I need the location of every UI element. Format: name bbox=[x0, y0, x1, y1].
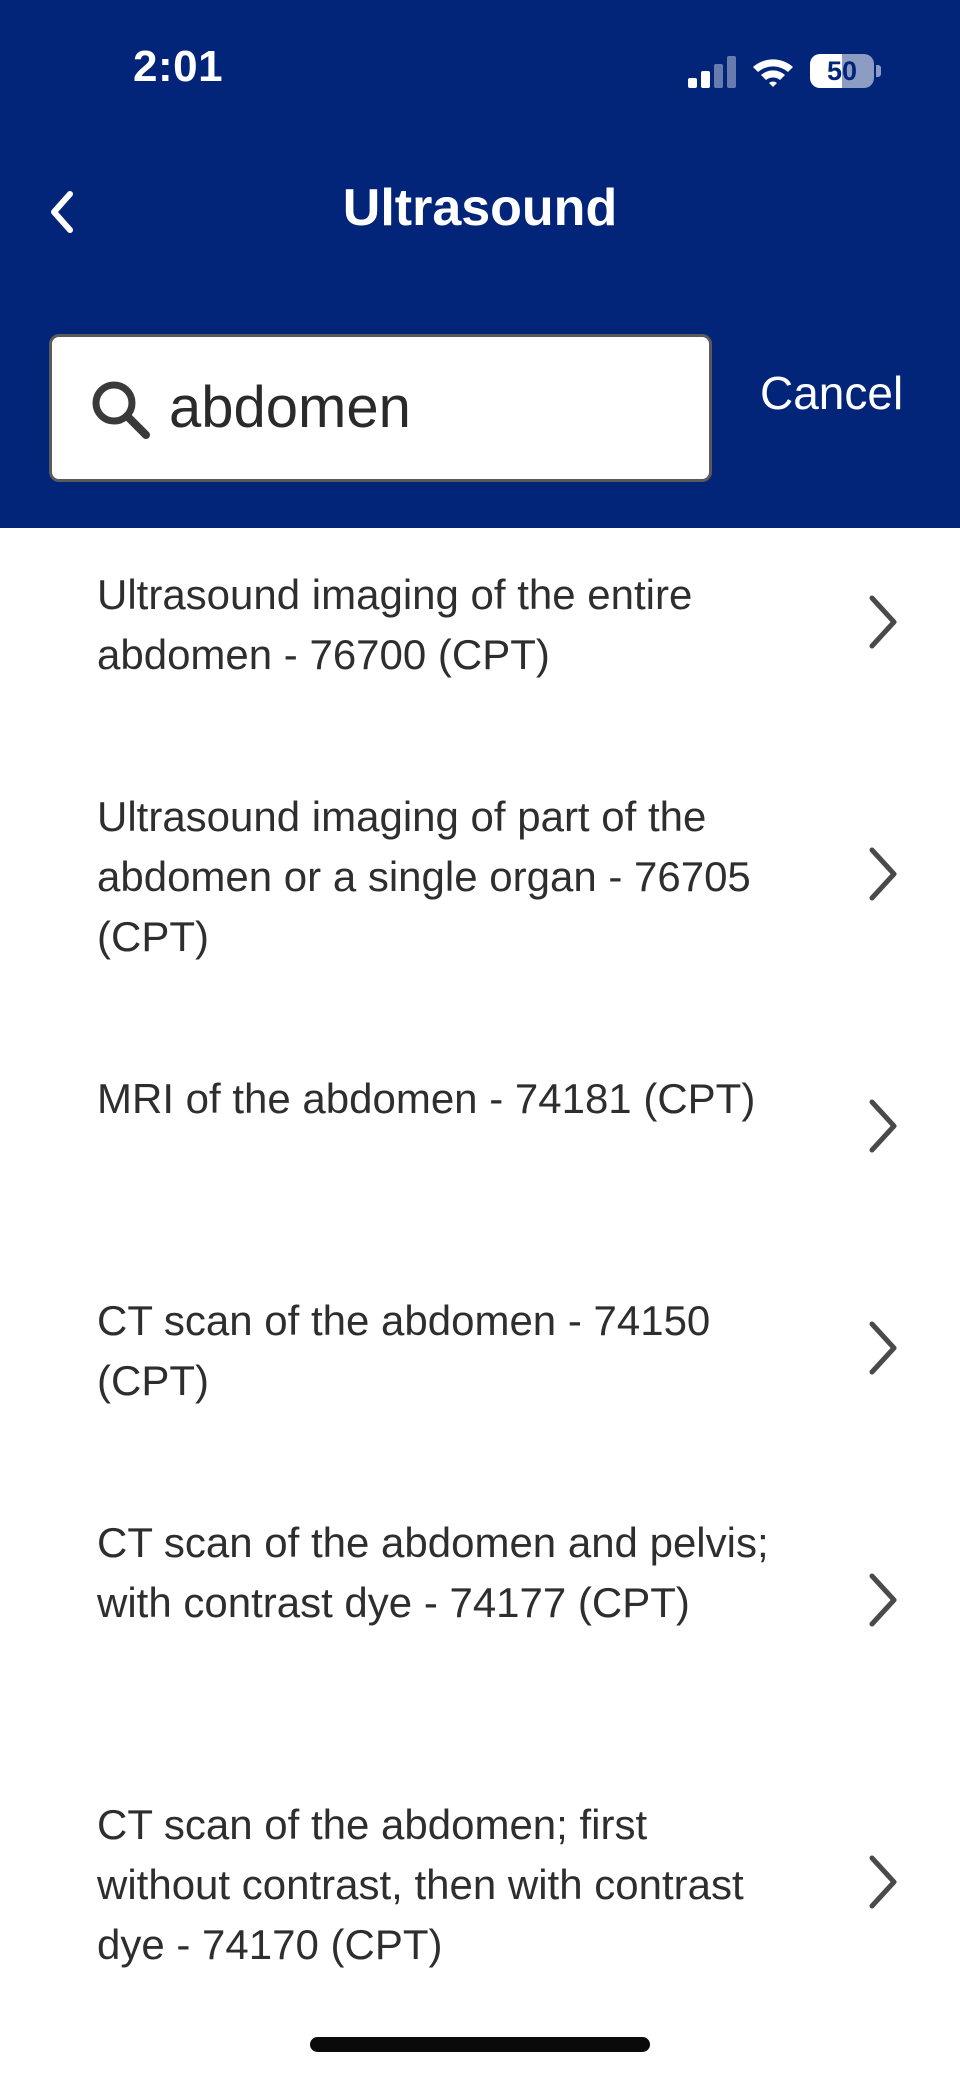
list-item[interactable]: MRI of the abdomen - 74181 (CPT) bbox=[0, 1032, 960, 1254]
cancel-button[interactable]: Cancel bbox=[760, 366, 903, 420]
chevron-right-icon bbox=[869, 595, 897, 649]
list-item[interactable]: CT scan of the abdomen - 74150 (CPT) bbox=[0, 1254, 960, 1476]
chevron-right-icon bbox=[869, 847, 897, 901]
chevron-right-icon bbox=[869, 1573, 897, 1627]
chevron-right-icon bbox=[869, 1099, 897, 1153]
status-time: 2:01 bbox=[133, 42, 224, 91]
battery-icon: 50 bbox=[810, 54, 882, 88]
page-title: Ultrasound bbox=[342, 179, 618, 237]
list-item[interactable]: CT scan of the abdomen; first without co… bbox=[0, 1758, 960, 2018]
list-item-label: CT scan of the abdomen - 74150 (CPT) bbox=[97, 1297, 711, 1404]
list-item-label: CT scan of the abdomen and pelvis; with … bbox=[97, 1519, 769, 1626]
chevron-right-icon bbox=[869, 1855, 897, 1909]
list-item-label: CT scan of the abdomen; first without co… bbox=[97, 1801, 744, 1968]
search-input[interactable] bbox=[169, 367, 689, 447]
list-item-label: Ultrasound imaging of part of the abdome… bbox=[97, 793, 751, 960]
ultrasound-search-screen: 2:01 50 Ultrasound abdomen Cancel Ultras… bbox=[0, 0, 960, 2079]
home-indicator[interactable] bbox=[310, 2037, 650, 2052]
cellular-signal-icon bbox=[688, 56, 736, 88]
list-item[interactable]: Ultrasound imaging of the entire abdomen… bbox=[0, 528, 960, 750]
list-item-label: MRI of the abdomen - 74181 (CPT) bbox=[97, 1075, 756, 1122]
list-item-label: Ultrasound imaging of the entire abdomen… bbox=[97, 571, 693, 678]
battery-level: 50 bbox=[826, 56, 858, 86]
header: 2:01 50 Ultrasound abdomen Cancel bbox=[0, 0, 960, 528]
search-icon bbox=[92, 381, 150, 439]
list-item[interactable]: CT scan of the abdomen and pelvis; with … bbox=[0, 1476, 960, 1758]
wifi-icon bbox=[753, 59, 793, 87]
list-item[interactable]: Ultrasound imaging of part of the abdome… bbox=[0, 750, 960, 1032]
chevron-right-icon bbox=[869, 1321, 897, 1375]
search-field[interactable] bbox=[49, 334, 712, 482]
